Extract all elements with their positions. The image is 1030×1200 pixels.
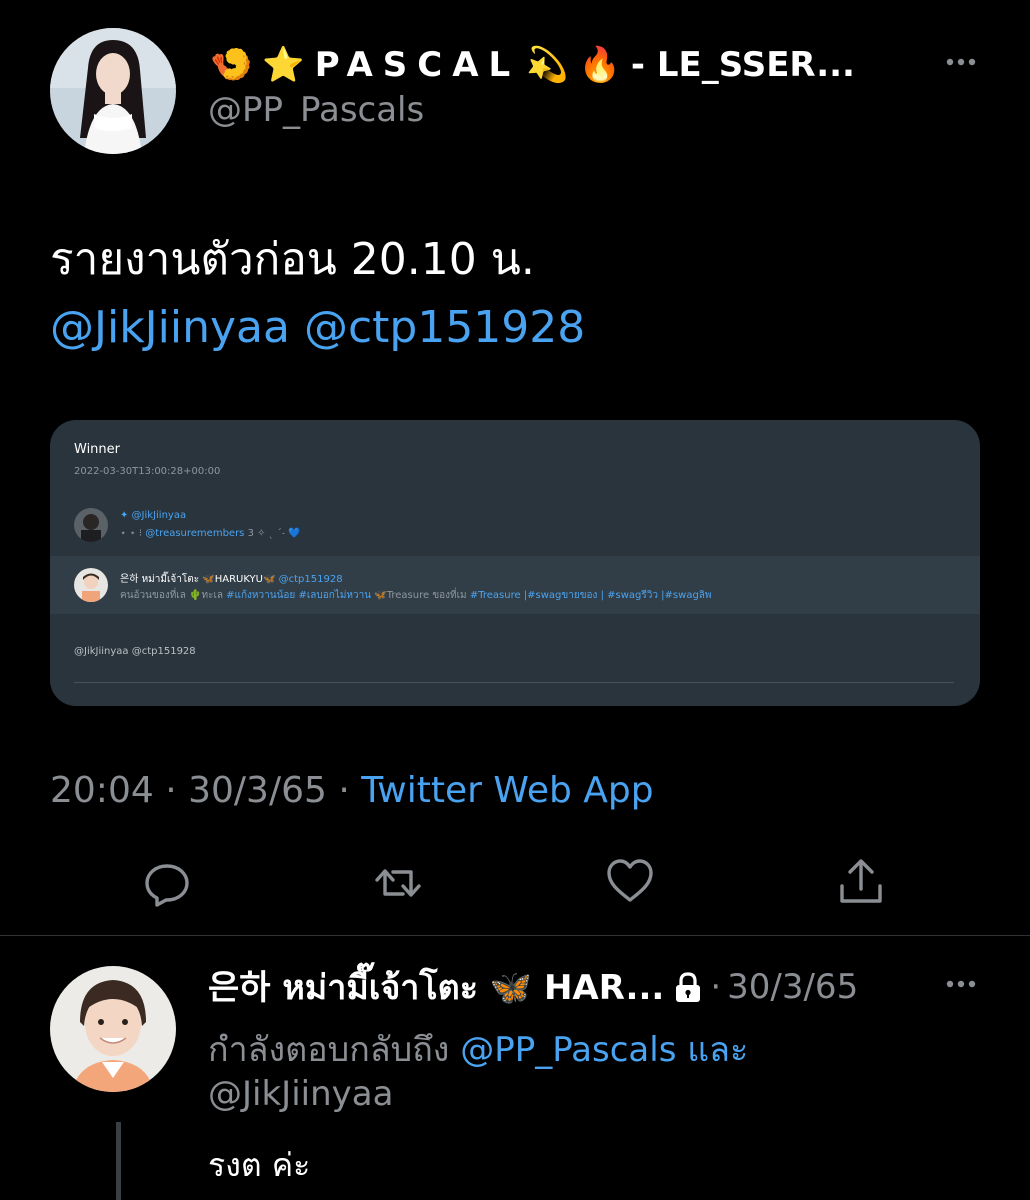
- like-icon[interactable]: [605, 856, 655, 906]
- entry-name: 은하 หม่ามี๊เจ้าโตะ 🦋HARUKYU🦋 @ctp151928: [120, 570, 343, 587]
- author-name-suffix: - LE_SSER...: [630, 45, 855, 85]
- tweet-source[interactable]: Twitter Web App: [361, 770, 653, 811]
- attached-image[interactable]: Winner 2022-03-30T13:00:28+00:00 ✦ @JikJ…: [50, 420, 980, 706]
- lock-icon: [672, 970, 704, 1004]
- entry-desc-tags-2: #Treasure |#swagขายของ | #swagรีวิว |#sw…: [469, 590, 712, 601]
- replying-and: และ: [687, 1030, 749, 1070]
- entry-description: ⋆ ⋆ ⁝ @treasuremembers 3 ✧ ˎ ˊ˗ 💙: [120, 528, 301, 539]
- card-footer: @JikJiinyaa @ctp151928: [74, 646, 196, 657]
- star-emoji: ⭐: [262, 45, 305, 85]
- reply-author-name[interactable]: 은하 หม่ามี๊เจ้าโตะ 🦋 HAR... · 30/3/65: [208, 960, 858, 1014]
- reply-text: รงต ค่ะ: [208, 1146, 311, 1184]
- divider: [0, 935, 1030, 936]
- tweet-meta: 20:04 · 30/3/65 · Twitter Web App: [50, 770, 654, 811]
- card-timestamp: 2022-03-30T13:00:28+00:00: [74, 466, 221, 477]
- more-horizontal-icon[interactable]: [944, 974, 978, 994]
- entry-handle: @ctp151928: [278, 574, 343, 585]
- entry-desc-mid: 🦋Treasure ของที่เม: [374, 590, 467, 601]
- entry-description: คนอ้วนของที่เล 🌵ทะเล #แก้งหวานน้อย #เลบอ…: [120, 588, 712, 603]
- tweet-text: รายงานตัวก่อน 20.10 น.: [50, 234, 535, 285]
- tweet-time: 20:04: [50, 770, 154, 811]
- dizzy-emoji: 💫: [526, 45, 569, 85]
- reply-separator: ·: [710, 967, 722, 1007]
- author-handle[interactable]: @PP_Pascals: [208, 90, 424, 130]
- reply-date[interactable]: 30/3/65: [727, 967, 858, 1007]
- replying-to: กำลังตอบกลับถึง @PP_Pascals และ: [208, 1022, 748, 1076]
- fire-emoji: 🔥: [578, 45, 621, 85]
- entry-name-text: 은하 หม่ามี๊เจ้าโตะ 🦋HARUKYU🦋: [120, 574, 276, 585]
- tweet-mentions[interactable]: @JikJiinyaa @ctp151928: [50, 302, 585, 353]
- retweet-icon[interactable]: [373, 858, 423, 908]
- author-avatar[interactable]: [50, 28, 176, 154]
- entry-avatar: [74, 508, 108, 542]
- replying-prefix: กำลังตอบกลับถึง: [208, 1030, 450, 1070]
- card-title: Winner: [74, 442, 121, 457]
- replying-user-link[interactable]: @JikJiinyaa: [208, 1074, 393, 1114]
- meta-separator: ·: [165, 770, 177, 811]
- reply-icon[interactable]: [142, 858, 192, 908]
- thread-line: [116, 1122, 121, 1200]
- reply-author-name-text: 은하 หม่ามี๊เจ้าโตะ 🦋 HAR...: [208, 968, 665, 1008]
- entry-desc-prefix: คนอ้วนของที่เล 🌵ทะเล: [120, 590, 223, 601]
- more-horizontal-icon[interactable]: [944, 52, 978, 72]
- meta-separator: ·: [338, 770, 350, 811]
- author-name-letters: PASCAL: [314, 45, 521, 85]
- shrimp-emoji: 🍤: [210, 45, 253, 85]
- replying-user-link[interactable]: @PP_Pascals: [460, 1030, 676, 1070]
- entry-handle: ✦ @JikJiinyaa: [120, 510, 187, 521]
- entry-desc-suffix: 3 ✧ ˎ ˊ˗ 💙: [247, 528, 301, 539]
- entry-avatar: [74, 568, 108, 602]
- reply-avatar[interactable]: [50, 966, 176, 1092]
- entry-desc-tags: #แก้งหวานน้อย #เลบอกไม่หวาน: [226, 590, 372, 601]
- card-divider: [74, 682, 954, 683]
- entry-desc-prefix: ⋆ ⋆ ⁝: [120, 528, 143, 539]
- entry-desc-mention: @treasuremembers: [145, 528, 245, 539]
- share-icon[interactable]: [836, 856, 886, 906]
- author-name[interactable]: 🍤 ⭐ PASCAL 💫 🔥 - LE_SSER...: [210, 40, 950, 90]
- tweet-date: 30/3/65: [188, 770, 327, 811]
